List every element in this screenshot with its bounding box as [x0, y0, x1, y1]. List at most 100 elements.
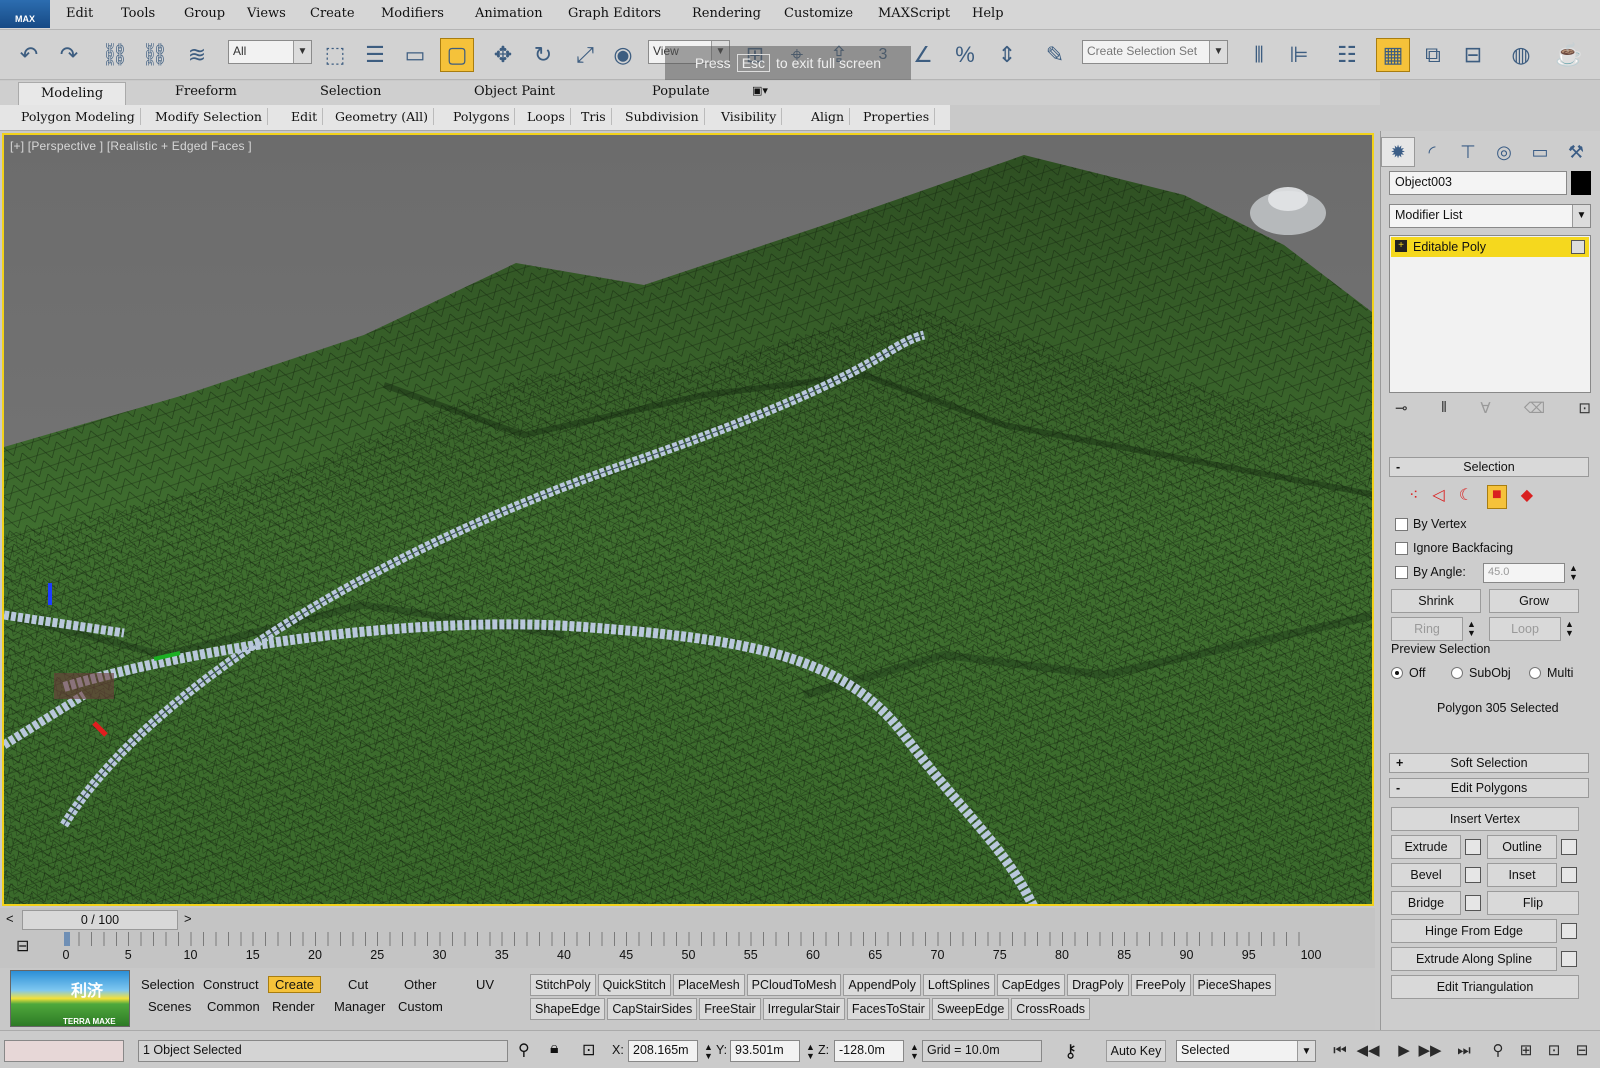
- time-slider[interactable]: 0 / 100: [22, 910, 178, 930]
- by-angle-checkbox[interactable]: [1395, 566, 1408, 579]
- tab-object-paint[interactable]: Object Paint: [474, 84, 555, 99]
- stack-item-editable-poly[interactable]: + Editable Poly: [1391, 237, 1589, 257]
- stitchpoly-button[interactable]: StitchPoly: [530, 974, 596, 996]
- hinge-settings-icon[interactable]: [1561, 923, 1577, 939]
- bevel-settings-icon[interactable]: [1465, 867, 1481, 883]
- material-editor-icon[interactable]: ◍: [1504, 38, 1538, 72]
- graphite-toolbox-icon[interactable]: ▦: [1376, 38, 1410, 72]
- select-scale-icon[interactable]: ⤢: [568, 38, 602, 72]
- time-prev-button[interactable]: <: [6, 911, 14, 926]
- freestair-button[interactable]: FreeStair: [699, 998, 761, 1020]
- bind-space-warp-icon[interactable]: ≋: [180, 38, 214, 72]
- shrink-button[interactable]: Shrink: [1391, 589, 1481, 613]
- crossroads-button[interactable]: CrossRoads: [1011, 998, 1091, 1020]
- border-level-icon[interactable]: ☾: [1459, 485, 1473, 509]
- tx-tab-other[interactable]: Other: [404, 977, 437, 992]
- tab-populate[interactable]: Populate: [652, 84, 710, 99]
- schematic-view-icon[interactable]: ⊟: [1456, 38, 1490, 72]
- loftsplines-button[interactable]: LoftSplines: [922, 974, 995, 996]
- window-crossing-icon[interactable]: ▢: [440, 38, 474, 72]
- menu-graph-editors[interactable]: Graph Editors: [568, 6, 661, 21]
- mini-curve-editor-icon[interactable]: ⊟: [16, 936, 29, 956]
- spinner-snap-icon[interactable]: ⇕: [990, 38, 1024, 72]
- menu-create[interactable]: Create: [310, 6, 355, 21]
- panel-geometry-all[interactable]: Geometry (All): [330, 108, 434, 125]
- sweepedge-button[interactable]: SweepEdge: [931, 998, 1010, 1020]
- select-by-name-icon[interactable]: ☰: [358, 38, 392, 72]
- extrude-button[interactable]: Extrude: [1391, 835, 1461, 859]
- pieceshapes-button[interactable]: PieceShapes: [1192, 974, 1277, 996]
- ribbon-options-icon[interactable]: ▣▾: [752, 84, 768, 97]
- capstairsides-button[interactable]: CapStairSides: [607, 998, 698, 1020]
- preview-off-radio[interactable]: [1391, 667, 1403, 679]
- named-selection-sets-dropdown[interactable]: Create Selection Set ▼: [1082, 40, 1228, 64]
- create-tab-icon[interactable]: ✹: [1381, 137, 1415, 167]
- menu-group[interactable]: Group: [184, 6, 225, 21]
- panel-edit[interactable]: Edit: [286, 108, 324, 125]
- tx-tab-manager[interactable]: Manager: [334, 999, 385, 1014]
- modify-tab-icon[interactable]: ◜: [1415, 137, 1449, 167]
- panel-polygons[interactable]: Polygons: [448, 108, 516, 125]
- quickstitch-button[interactable]: QuickStitch: [597, 974, 671, 996]
- show-end-result-icon[interactable]: ‖: [1441, 399, 1447, 425]
- object-name-field[interactable]: Object003: [1389, 171, 1567, 195]
- render-setup-icon[interactable]: ☕: [1552, 38, 1586, 72]
- select-place-icon[interactable]: ◉: [606, 38, 640, 72]
- dragpoly-button[interactable]: DragPoly: [1067, 974, 1129, 996]
- pin-stack-icon[interactable]: ⊸: [1395, 399, 1408, 425]
- play-icon[interactable]: ▶: [1392, 1039, 1416, 1063]
- key-filter-dropdown[interactable]: Selected ▼: [1176, 1040, 1316, 1062]
- irregularstair-button[interactable]: IrregularStair: [762, 998, 845, 1020]
- curve-editor-icon[interactable]: ⧉: [1416, 38, 1450, 72]
- hinge-from-edge-button[interactable]: Hinge From Edge: [1391, 919, 1557, 943]
- edge-level-icon[interactable]: ◁: [1432, 485, 1444, 509]
- menu-help[interactable]: Help: [972, 6, 1004, 21]
- auto-key-button[interactable]: Auto Key: [1106, 1040, 1166, 1062]
- tx-tab-selection[interactable]: Selection: [141, 977, 194, 992]
- ignore-backfacing-checkbox[interactable]: [1395, 542, 1408, 555]
- menu-maxscript[interactable]: MAXScript: [878, 6, 950, 21]
- x-coordinate-input[interactable]: 208.165m: [628, 1040, 698, 1062]
- tx-tab-render[interactable]: Render: [272, 999, 315, 1014]
- by-angle-input[interactable]: 45.0: [1483, 563, 1565, 583]
- menu-modifiers[interactable]: Modifiers: [381, 6, 444, 21]
- tx-tab-common[interactable]: Common: [207, 999, 260, 1014]
- bridge-button[interactable]: Bridge: [1391, 891, 1461, 915]
- tab-modeling[interactable]: Modeling: [18, 82, 127, 105]
- preview-multi-radio[interactable]: [1529, 667, 1541, 679]
- viewport-label[interactable]: [+] [Perspective ] [Realistic + Edged Fa…: [10, 139, 252, 153]
- unlink-icon[interactable]: ⛓: [138, 38, 172, 72]
- go-to-end-icon[interactable]: ⏭: [1452, 1039, 1476, 1063]
- field-of-view-icon[interactable]: ⊡: [1542, 1039, 1566, 1063]
- time-cursor[interactable]: [64, 932, 70, 946]
- previous-frame-icon[interactable]: ◀◀: [1356, 1039, 1380, 1063]
- selection-filter-dropdown[interactable]: All ▼: [228, 40, 312, 64]
- tx-tab-cut[interactable]: Cut: [348, 977, 368, 992]
- maximize-viewport-icon[interactable]: ⊟: [1570, 1039, 1594, 1063]
- freepoly-button[interactable]: FreePoly: [1130, 974, 1191, 996]
- soft-selection-rollout-header[interactable]: + Soft Selection: [1389, 753, 1589, 773]
- facestostair-button[interactable]: FacesToStair: [846, 998, 930, 1020]
- extrude-settings-icon[interactable]: [1465, 839, 1481, 855]
- angle-snap-icon[interactable]: ∠: [906, 38, 940, 72]
- tab-selection[interactable]: Selection: [320, 84, 381, 99]
- menu-animation[interactable]: Animation: [475, 6, 543, 21]
- selection-rollout-header[interactable]: - Selection: [1389, 457, 1589, 477]
- undo-icon[interactable]: ↶: [12, 38, 46, 72]
- by-angle-spinner-icon[interactable]: ▲ ▼: [1569, 564, 1578, 582]
- ring-button[interactable]: Ring: [1391, 617, 1463, 641]
- modifier-list-dropdown[interactable]: Modifier List ▼: [1389, 204, 1591, 228]
- outline-settings-icon[interactable]: [1561, 839, 1577, 855]
- motion-tab-icon[interactable]: ◎: [1487, 137, 1521, 167]
- isolate-selection-icon[interactable]: ⚲: [518, 1040, 530, 1060]
- select-object-icon[interactable]: ⬚: [318, 38, 352, 72]
- placemesh-button[interactable]: PlaceMesh: [672, 974, 745, 996]
- mirror-icon[interactable]: ⫴: [1242, 38, 1276, 72]
- z-spinner-icon[interactable]: ▲ ▼: [910, 1043, 919, 1061]
- extrude-along-spline-settings-icon[interactable]: [1561, 951, 1577, 967]
- element-level-icon[interactable]: ◆: [1521, 485, 1533, 509]
- y-spinner-icon[interactable]: ▲ ▼: [806, 1043, 815, 1061]
- tx-tab-scenes[interactable]: Scenes: [148, 999, 191, 1014]
- bridge-settings-icon[interactable]: [1465, 895, 1481, 911]
- display-tab-icon[interactable]: ▭: [1523, 137, 1557, 167]
